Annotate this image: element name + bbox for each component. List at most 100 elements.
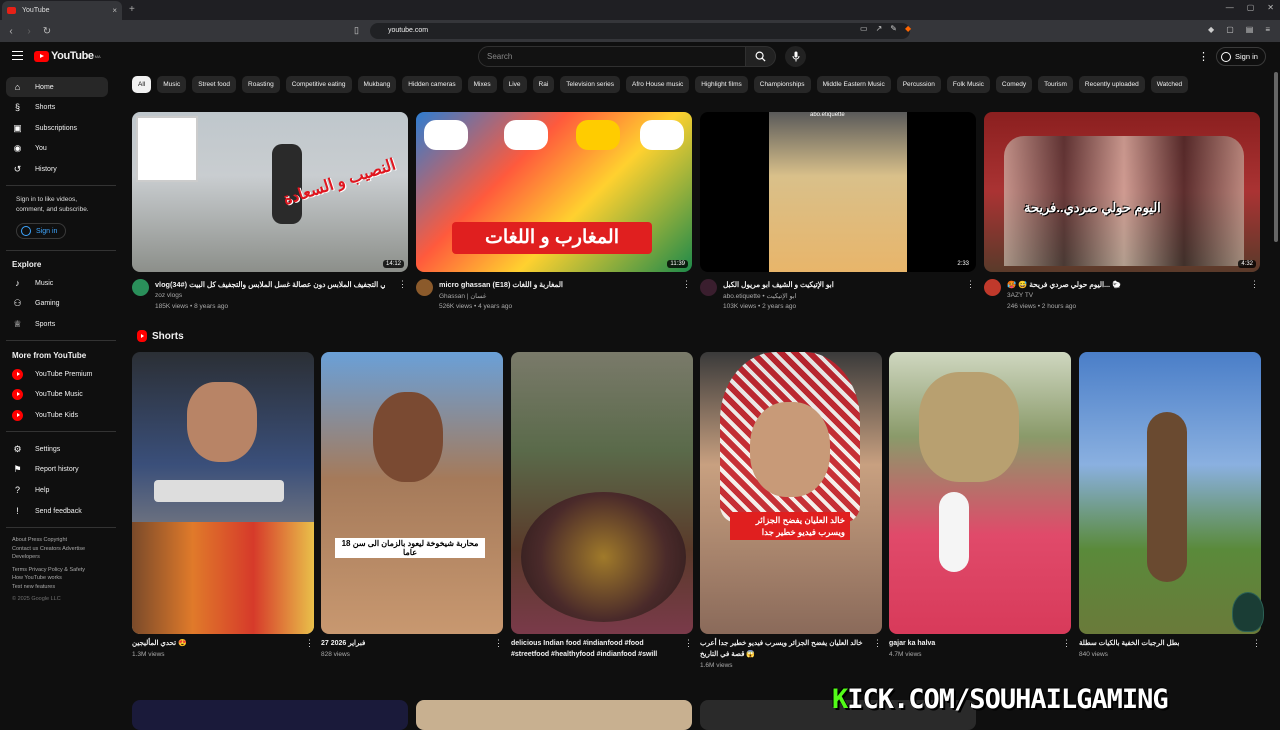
filter-chip[interactable]: Competitive eating [285,76,352,93]
sidebar-item-send-feedback[interactable]: ! Send feedback [6,501,108,521]
short-thumbnail[interactable] [511,352,693,634]
maximize-icon[interactable]: ▢ [1247,3,1255,12]
filter-chip[interactable]: Street food [192,76,237,93]
minimize-icon[interactable]: — [1226,3,1234,12]
youtube-logo[interactable]: YouTube MA [34,50,101,62]
video-title[interactable]: 🥵 😅 اليوم حولي صردي فريحة... 🐑 [1007,280,1237,289]
filter-chip[interactable]: Percussion [896,76,941,93]
more-actions-icon[interactable]: ⋮ [1250,279,1259,290]
short-thumbnail[interactable] [1079,352,1261,634]
sidebar-item-settings[interactable]: ⚙ Settings [6,439,108,459]
voice-search-button[interactable] [785,46,806,67]
video-thumbnail[interactable]: abo.etiquette 2:33 [700,112,976,272]
video-thumbnail[interactable] [132,700,408,730]
sidebar-item-subscriptions[interactable]: ▣ Subscriptions [6,118,108,138]
more-actions-icon[interactable]: ⋮ [684,638,693,649]
menu-icon[interactable] [12,51,23,60]
sidebar-item-home[interactable]: ⌂ Home [6,77,108,97]
close-window-icon[interactable]: ✕ [1267,3,1274,12]
sidebar-item-youtube-kids[interactable]: YouTube Kids [6,405,108,425]
filter-chip[interactable]: Folk Music [946,76,990,93]
sidebar-item-report-history[interactable]: ⚑ Report history [6,459,108,479]
footer-links[interactable]: Test new features [12,583,116,592]
reload-icon[interactable]: ↻ [40,26,54,37]
sidebar-item-sports[interactable]: ♕ Sports [6,314,108,334]
more-actions-icon[interactable]: ⋮ [1252,638,1261,649]
channel-avatar[interactable] [700,279,717,296]
short-thumbnail[interactable] [889,352,1071,634]
video-title[interactable]: ابو الإتيكيت و الشيف ابو مريول الكبل [723,280,953,289]
video-title[interactable]: vlog(34#) طريقة في التجفيف الملابس دون ع… [155,280,385,289]
more-actions-icon[interactable]: ⋮ [305,638,314,649]
filter-chip[interactable]: Television series [560,76,620,93]
back-icon[interactable]: ‹ [4,26,18,37]
filter-chip[interactable]: Highlight films [695,76,748,93]
channel-name[interactable]: 3AZY TV [1007,292,1033,299]
filter-chip[interactable]: Live [502,76,527,93]
short-title[interactable]: تحدي المأليجين 😍 [132,638,298,649]
filter-chip[interactable]: Mixes [467,76,497,93]
more-actions-icon[interactable]: ⋮ [1062,638,1071,649]
channel-avatar[interactable] [132,279,149,296]
channel-avatar[interactable] [984,279,1001,296]
short-title[interactable]: gajar ka halva [889,638,1055,649]
footer-links[interactable]: Contact us Creators Advertise [12,545,116,554]
sidebar-toggle-icon[interactable]: ▤ [1246,25,1254,34]
extension-icon[interactable]: ◆ [1208,25,1214,34]
video-thumbnail[interactable]: النصيب و السعادة 14:12 [132,112,408,272]
sidebar-sign-in-button[interactable]: Sign in [16,223,67,239]
filter-chip[interactable]: Roasting [242,76,280,93]
short-title[interactable]: خالد العليان يفضح الجزائر ويسرب فيديو خط… [700,638,866,660]
bookmark-icon[interactable]: ▯ [354,25,359,36]
sidebar-item-music[interactable]: ♪ Music [6,273,108,293]
browser-tab[interactable]: YouTube × [2,1,122,20]
url-field[interactable]: youtube.com [370,23,910,39]
sidebar-item-shorts[interactable]: § Shorts [6,97,108,117]
tab-close-icon[interactable]: × [112,6,117,15]
video-thumbnail[interactable]: اليوم حولي صردي..فريحة 4:32 [984,112,1260,272]
filter-chip[interactable]: Tourism [1038,76,1073,93]
filter-chip[interactable]: Mukbang [357,76,397,93]
footer-links[interactable]: How YouTube works [12,574,116,583]
filter-chip[interactable]: Championships [753,76,811,93]
filter-chip[interactable]: Watched [1150,76,1189,93]
new-tab-button[interactable]: + [129,4,135,15]
sidebar-item-gaming[interactable]: ⚇ Gaming [6,293,108,313]
brave-shield-icon[interactable]: ◆ [905,24,911,33]
browser-menu-icon[interactable]: ≡ [1265,25,1270,34]
filter-chip[interactable]: Rai [532,76,555,93]
short-title[interactable]: delicious Indian food #indianfood #food … [511,638,677,660]
video-title[interactable]: micro ghassan (E18) المغاربة و اللغات [439,280,669,289]
short-thumbnail[interactable] [132,352,314,634]
filter-chip[interactable]: Hidden cameras [402,76,462,93]
more-actions-icon[interactable]: ⋮ [398,279,407,290]
short-title[interactable]: بطل الرجبات الخفية بالكيات سطلة [1079,638,1245,649]
short-title[interactable]: 27 2026 فبراير [321,638,487,649]
video-thumbnail[interactable]: المغارب و اللغات 11:39 [416,112,692,272]
video-thumbnail[interactable] [416,700,692,730]
short-thumbnail[interactable]: محاربة شيخوخة ليعود بالزمان الى سن 18 عا… [321,352,503,634]
screen-icon[interactable]: ▭ [860,24,868,33]
footer-links[interactable]: About Press Copyright [12,536,116,545]
edit-icon[interactable]: ✎ [890,24,897,33]
channel-name[interactable]: Ghassan | غسان [439,292,486,300]
channel-name[interactable]: zoz vlogs [155,292,182,299]
search-button[interactable] [745,46,776,67]
search-input[interactable]: Search [478,46,746,67]
settings-more-icon[interactable]: ⋮ [1198,50,1209,63]
sign-in-button[interactable]: Sign in [1216,47,1266,66]
sidebar-item-youtube-premium[interactable]: YouTube Premium [6,364,108,384]
more-actions-icon[interactable]: ⋮ [494,638,503,649]
footer-links[interactable]: Developers [12,553,116,562]
short-thumbnail[interactable]: خالد العليان يفضح الجزائر ويسرب فيديو خط… [700,352,882,634]
filter-chip[interactable]: Comedy [995,76,1033,93]
sidebar-item-you[interactable]: ◉ You [6,138,108,158]
filter-chip[interactable]: Middle Eastern Music [816,76,891,93]
page-scrollbar[interactable] [1274,72,1278,242]
sidebar-item-help[interactable]: ? Help [6,480,108,500]
share-icon[interactable]: ↗ [876,24,883,33]
more-actions-icon[interactable]: ⋮ [682,279,691,290]
filter-chip[interactable]: Music [157,76,187,93]
channel-name[interactable]: abo.etiquette • ابو الإتيكيت [723,292,796,300]
sidebar-item-youtube-music[interactable]: YouTube Music [6,384,108,404]
